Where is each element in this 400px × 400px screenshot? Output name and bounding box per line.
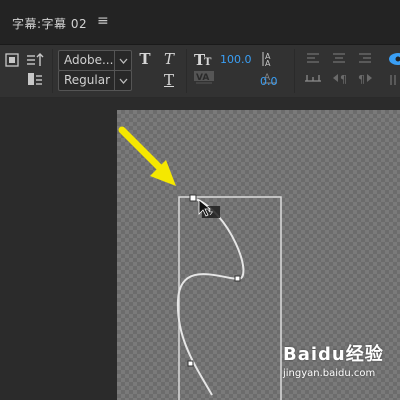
pointer-arrow-annotation [118,126,176,186]
svg-text:ᖭ: ᖭ [208,207,213,217]
path-bounding-box [178,196,282,400]
watermark: Baidu经验 jingyan.baidu.com [283,340,384,379]
watermark-line1: Baidu经验 [283,344,384,365]
pen-cursor-icon: ᖭ [198,199,220,218]
anchor-point[interactable] [234,275,241,282]
anchor-point[interactable] [189,194,197,202]
anchor-point[interactable] [187,360,194,367]
watermark-line2: jingyan.baidu.com [283,368,376,379]
